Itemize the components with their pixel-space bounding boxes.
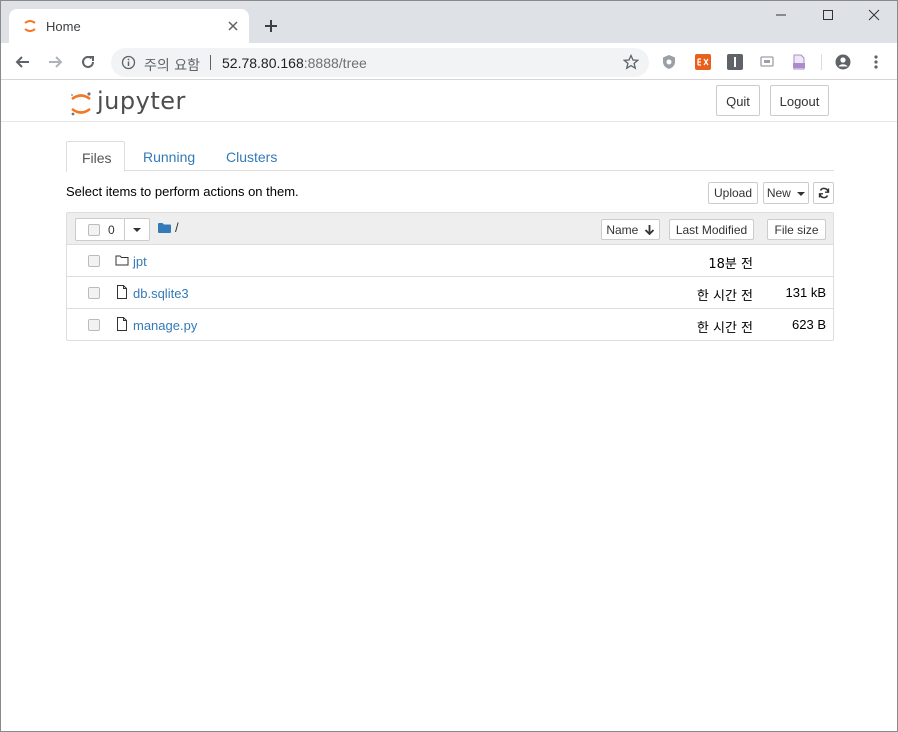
bookmark-star-icon[interactable] [623, 54, 639, 70]
jupyter-logo-icon [71, 92, 91, 116]
sort-name-label: Name [606, 223, 639, 237]
new-button-label: New [766, 186, 791, 200]
select-divider [124, 219, 125, 240]
tab-running[interactable]: Running [143, 141, 195, 172]
select-all-group[interactable]: 0 [75, 218, 150, 241]
address-divider [210, 55, 211, 70]
close-icon[interactable] [225, 18, 241, 34]
new-tab-icon[interactable] [263, 18, 279, 34]
url-host: 52.78.80.168 [222, 55, 304, 71]
file-row-manage-py[interactable]: manage.py 한 시간 전 623 B [67, 309, 833, 341]
sort-modified-button[interactable]: Last Modified [669, 219, 754, 240]
selection-hint: Select items to perform actions on them. [66, 184, 299, 199]
file-size: 131 kB [785, 285, 826, 300]
maximize-icon[interactable] [820, 7, 836, 23]
select-menu-caret-icon[interactable] [133, 228, 141, 232]
menu-dots-icon[interactable] [868, 54, 884, 70]
arrow-down-icon [644, 225, 654, 236]
jupyter-favicon-icon [24, 20, 36, 32]
back-icon[interactable] [13, 52, 33, 72]
file-modified: 한 시간 전 [696, 321, 753, 336]
file-row-db-sqlite3[interactable]: db.sqlite3 한 시간 전 131 kB [67, 277, 833, 309]
selected-count: 0 [108, 223, 115, 237]
new-dropdown-button[interactable]: New [763, 182, 809, 204]
logout-button[interactable]: Logout [770, 85, 829, 116]
toolbar-divider [821, 54, 822, 70]
tab-title: Home [46, 19, 81, 34]
breadcrumb-root[interactable]: / [175, 220, 179, 235]
jupyter-header: jupyter Quit Logout [1, 81, 897, 122]
profile-avatar-icon[interactable] [835, 54, 851, 70]
file-name-link[interactable]: db.sqlite3 [133, 286, 189, 301]
file-icon [117, 317, 127, 331]
file-row-jpt[interactable]: jpt 18분 전 [67, 245, 833, 277]
file-modified: 18분 전 [708, 257, 753, 272]
window-close-icon[interactable] [866, 7, 882, 23]
file-size: 623 B [792, 317, 826, 332]
row-checkbox[interactable] [88, 255, 100, 267]
shield-extension-icon[interactable] [661, 54, 677, 70]
file-icon [117, 285, 127, 299]
folder-outline-icon [115, 255, 129, 266]
url-text[interactable]: 52.78.80.168:8888/tree [222, 55, 367, 71]
tab-clusters[interactable]: Clusters [226, 141, 277, 172]
screen-extension-icon[interactable] [759, 54, 775, 70]
sort-size-button[interactable]: File size [767, 219, 826, 240]
caret-down-icon [797, 191, 806, 196]
sort-name-button[interactable]: Name [601, 219, 660, 240]
tab-strip: Home [1, 1, 897, 43]
security-warning[interactable]: 주의 요함 [144, 55, 200, 75]
minimize-icon[interactable] [773, 7, 789, 23]
refresh-button[interactable] [813, 182, 834, 204]
address-bar[interactable]: 주의 요함 52.78.80.168:8888/tree [111, 48, 649, 77]
browser-tab[interactable]: Home [9, 9, 249, 43]
browser-window: Home 주의 요함 52.78.80.168:8888/tree jupyte… [0, 0, 898, 732]
file-name-link[interactable]: manage.py [133, 318, 197, 333]
file-list: 0 / Name Last Modified File size jpt 18분… [66, 212, 834, 341]
url-path: :8888/tree [303, 55, 367, 71]
forward-icon[interactable] [45, 52, 65, 72]
row-checkbox[interactable] [88, 287, 100, 299]
file-name-link[interactable]: jpt [133, 254, 147, 269]
ex-extension-icon[interactable] [695, 54, 711, 70]
select-all-checkbox[interactable] [88, 224, 100, 236]
info-extension-icon[interactable] [727, 54, 743, 70]
browser-toolbar: 주의 요함 52.78.80.168:8888/tree [1, 43, 897, 80]
folder-icon[interactable] [158, 223, 171, 233]
refresh-icon [818, 187, 830, 199]
file-modified: 한 시간 전 [696, 289, 753, 304]
row-checkbox[interactable] [88, 319, 100, 331]
quit-button[interactable]: Quit [716, 85, 760, 116]
upload-button[interactable]: Upload [708, 182, 758, 204]
dashboard-tabs: Files Running Clusters [66, 141, 834, 172]
jupyter-logo[interactable]: jupyter [69, 87, 185, 117]
file-list-header: 0 / Name Last Modified File size [67, 213, 833, 245]
tab-files[interactable]: Files [66, 141, 125, 172]
pdf-extension-icon[interactable] [791, 54, 807, 70]
jupyter-logo-text: jupyter [97, 87, 186, 115]
reload-icon[interactable] [78, 52, 98, 72]
info-icon[interactable] [121, 55, 136, 70]
